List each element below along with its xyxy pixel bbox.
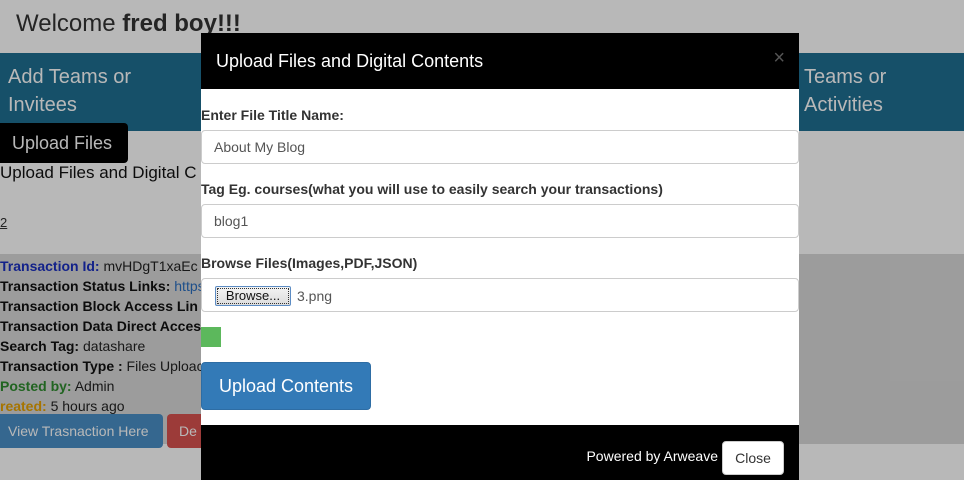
tag-input[interactable]: blog1 bbox=[201, 204, 799, 238]
file-input[interactable]: Browse... 3.png bbox=[201, 278, 799, 312]
powered-by-text: Powered by Arweave bbox=[586, 448, 718, 464]
upload-modal: Upload Files and Digital Contents × Ente… bbox=[201, 33, 799, 480]
file-title-input[interactable]: About My Blog bbox=[201, 130, 799, 164]
upload-contents-button[interactable]: Upload Contents bbox=[201, 362, 371, 410]
upload-progress-fill bbox=[201, 327, 221, 347]
tag-label: Tag Eg. courses(what you will use to eas… bbox=[201, 181, 663, 197]
close-icon[interactable]: × bbox=[773, 47, 785, 70]
upload-progress-bar bbox=[201, 327, 799, 347]
close-button[interactable]: Close bbox=[722, 441, 784, 475]
file-title-label: Enter File Title Name: bbox=[201, 107, 344, 123]
modal-footer: Powered by Arweave Close bbox=[201, 425, 799, 480]
browse-button[interactable]: Browse... bbox=[215, 286, 291, 306]
modal-title: Upload Files and Digital Contents bbox=[216, 51, 484, 71]
browse-files-label: Browse Files(Images,PDF,JSON) bbox=[201, 255, 418, 271]
selected-file-name: 3.png bbox=[297, 288, 333, 304]
modal-header: Upload Files and Digital Contents × bbox=[201, 33, 799, 89]
